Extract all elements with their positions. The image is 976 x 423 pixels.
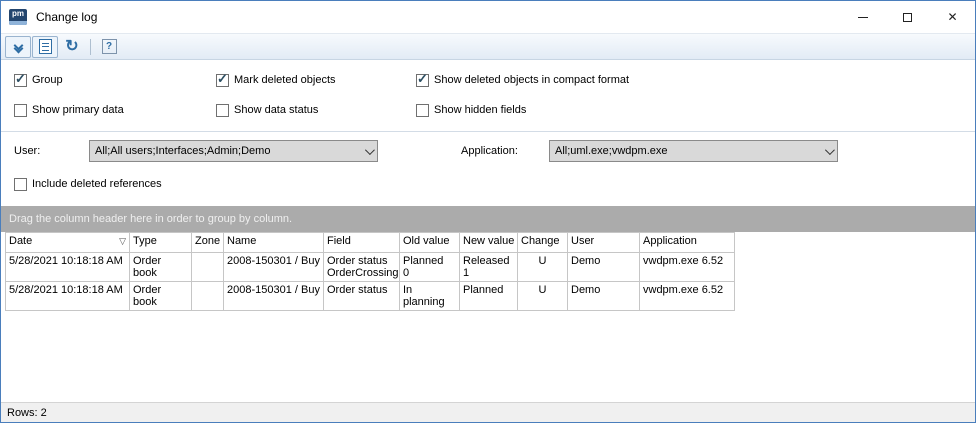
window-controls: ✕ — [840, 1, 975, 33]
status-bar: Rows: 2 — [1, 402, 975, 422]
checkbox-label: Group — [32, 74, 63, 86]
maximize-button[interactable] — [885, 1, 930, 33]
app-icon-label: pm — [12, 9, 24, 19]
help-button[interactable]: ? — [96, 36, 122, 58]
cell-new-value[interactable]: Planned — [460, 282, 518, 311]
application-combobox[interactable]: All;uml.exe;vwdpm.exe — [549, 140, 838, 162]
toolbar: ↻ ? — [1, 33, 975, 60]
cell-field[interactable]: Order status — [324, 282, 400, 311]
user-label: User: — [14, 145, 89, 157]
table-row[interactable]: 5/28/2021 10:18:18 AM Order book 2008-15… — [6, 253, 735, 282]
checkbox-label: Show deleted objects in compact format — [434, 74, 629, 86]
cell-name[interactable]: 2008-150301 / Buy — [224, 253, 324, 282]
minimize-icon — [858, 17, 868, 18]
expand-filters-button[interactable] — [5, 36, 31, 58]
checkbox-show-hidden-fields[interactable]: Show hidden fields — [416, 102, 975, 118]
cell-change[interactable]: U — [518, 282, 568, 311]
cell-application[interactable]: vwdpm.exe 6.52 — [640, 282, 735, 311]
cell-change[interactable]: U — [518, 253, 568, 282]
window-title: Change log — [36, 10, 97, 24]
include-row: Include deleted references — [1, 176, 975, 192]
row-count: Rows: 2 — [7, 407, 47, 419]
column-header-date[interactable]: ▽ Date — [6, 233, 130, 253]
group-by-drop-zone[interactable]: Drag the column header here in order to … — [1, 206, 975, 232]
combo-row: User: All;All users;Interfaces;Admin;Dem… — [1, 140, 975, 162]
column-header-application[interactable]: Application — [640, 233, 735, 253]
checkbox-label: Show hidden fields — [434, 104, 526, 116]
column-header-old-value[interactable]: Old value — [400, 233, 460, 253]
checkbox-icon — [14, 104, 27, 117]
sort-descending-icon: ▽ — [119, 236, 126, 247]
table-row[interactable]: 5/28/2021 10:18:18 AM Order book 2008-15… — [6, 282, 735, 311]
change-log-table: ▽ Date Type Zone Name Field Old value New… — [5, 232, 735, 311]
checkbox-icon — [14, 74, 27, 87]
checkbox-group[interactable]: Group — [14, 72, 216, 88]
change-log-window: pm Change log ✕ ↻ ? Group — [0, 0, 976, 423]
cell-type[interactable]: Order book — [130, 253, 192, 282]
cell-zone[interactable] — [192, 253, 224, 282]
column-header-label: Date — [9, 235, 32, 247]
chevron-down-icon — [825, 145, 835, 155]
cell-application[interactable]: vwdpm.exe 6.52 — [640, 253, 735, 282]
checkbox-show-deleted-compact[interactable]: Show deleted objects in compact format — [416, 72, 975, 88]
refresh-icon: ↻ — [65, 39, 78, 55]
cell-old-value[interactable]: Planned 0 — [400, 253, 460, 282]
cell-zone[interactable] — [192, 282, 224, 311]
column-header-field[interactable]: Field — [324, 233, 400, 253]
help-icon: ? — [102, 39, 117, 54]
checkbox-label: Include deleted references — [32, 178, 162, 190]
column-header-type[interactable]: Type — [130, 233, 192, 253]
app-icon: pm — [9, 9, 27, 25]
section-separator — [1, 131, 975, 132]
minimize-button[interactable] — [840, 1, 885, 33]
column-header-new-value[interactable]: New value — [460, 233, 518, 253]
table-header-row: ▽ Date Type Zone Name Field Old value New… — [6, 233, 735, 253]
checkbox-mark-deleted-objects[interactable]: Mark deleted objects — [216, 72, 416, 88]
cell-new-value[interactable]: Released 1 — [460, 253, 518, 282]
chevrons-down-icon — [15, 42, 22, 52]
checkbox-label: Show primary data — [32, 104, 124, 116]
cell-type[interactable]: Order book — [130, 282, 192, 311]
user-combobox[interactable]: All;All users;Interfaces;Admin;Demo — [89, 140, 378, 162]
cell-old-value[interactable]: In planning — [400, 282, 460, 311]
group-by-hint: Drag the column header here in order to … — [9, 213, 292, 225]
checkbox-label: Mark deleted objects — [234, 74, 336, 86]
checkbox-icon — [216, 104, 229, 117]
column-header-change[interactable]: Change — [518, 233, 568, 253]
checkbox-icon — [416, 74, 429, 87]
checkbox-show-primary-data[interactable]: Show primary data — [14, 102, 216, 118]
export-csv-button[interactable] — [32, 36, 58, 58]
checkbox-include-deleted-references[interactable]: Include deleted references — [14, 176, 975, 192]
maximize-icon — [903, 13, 912, 22]
checkbox-label: Show data status — [234, 104, 318, 116]
checkbox-grid: Group Mark deleted objects Show deleted … — [1, 60, 975, 118]
cell-field[interactable]: Order status OrderCrossing — [324, 253, 400, 282]
close-button[interactable]: ✕ — [930, 1, 975, 33]
column-header-user[interactable]: User — [568, 233, 640, 253]
cell-user[interactable]: Demo — [568, 282, 640, 311]
cell-date[interactable]: 5/28/2021 10:18:18 AM — [6, 253, 130, 282]
checkbox-icon — [416, 104, 429, 117]
column-header-zone[interactable]: Zone — [192, 233, 224, 253]
cell-name[interactable]: 2008-150301 / Buy — [224, 282, 324, 311]
application-label: Application: — [461, 145, 549, 157]
content-spacer — [1, 311, 975, 402]
cell-date[interactable]: 5/28/2021 10:18:18 AM — [6, 282, 130, 311]
cell-user[interactable]: Demo — [568, 253, 640, 282]
chevron-down-icon — [365, 145, 375, 155]
checkbox-icon — [216, 74, 229, 87]
toolbar-separator — [90, 39, 91, 55]
column-header-name[interactable]: Name — [224, 233, 324, 253]
refresh-button[interactable]: ↻ — [59, 36, 85, 58]
titlebar[interactable]: pm Change log ✕ — [1, 1, 975, 33]
close-icon: ✕ — [947, 11, 957, 23]
user-combobox-value: All;All users;Interfaces;Admin;Demo — [95, 145, 365, 157]
application-combobox-value: All;uml.exe;vwdpm.exe — [555, 145, 825, 157]
filter-panel: Group Mark deleted objects Show deleted … — [1, 60, 975, 206]
checkbox-icon — [14, 178, 27, 191]
csv-file-icon — [39, 39, 52, 54]
checkbox-show-data-status[interactable]: Show data status — [216, 102, 416, 118]
